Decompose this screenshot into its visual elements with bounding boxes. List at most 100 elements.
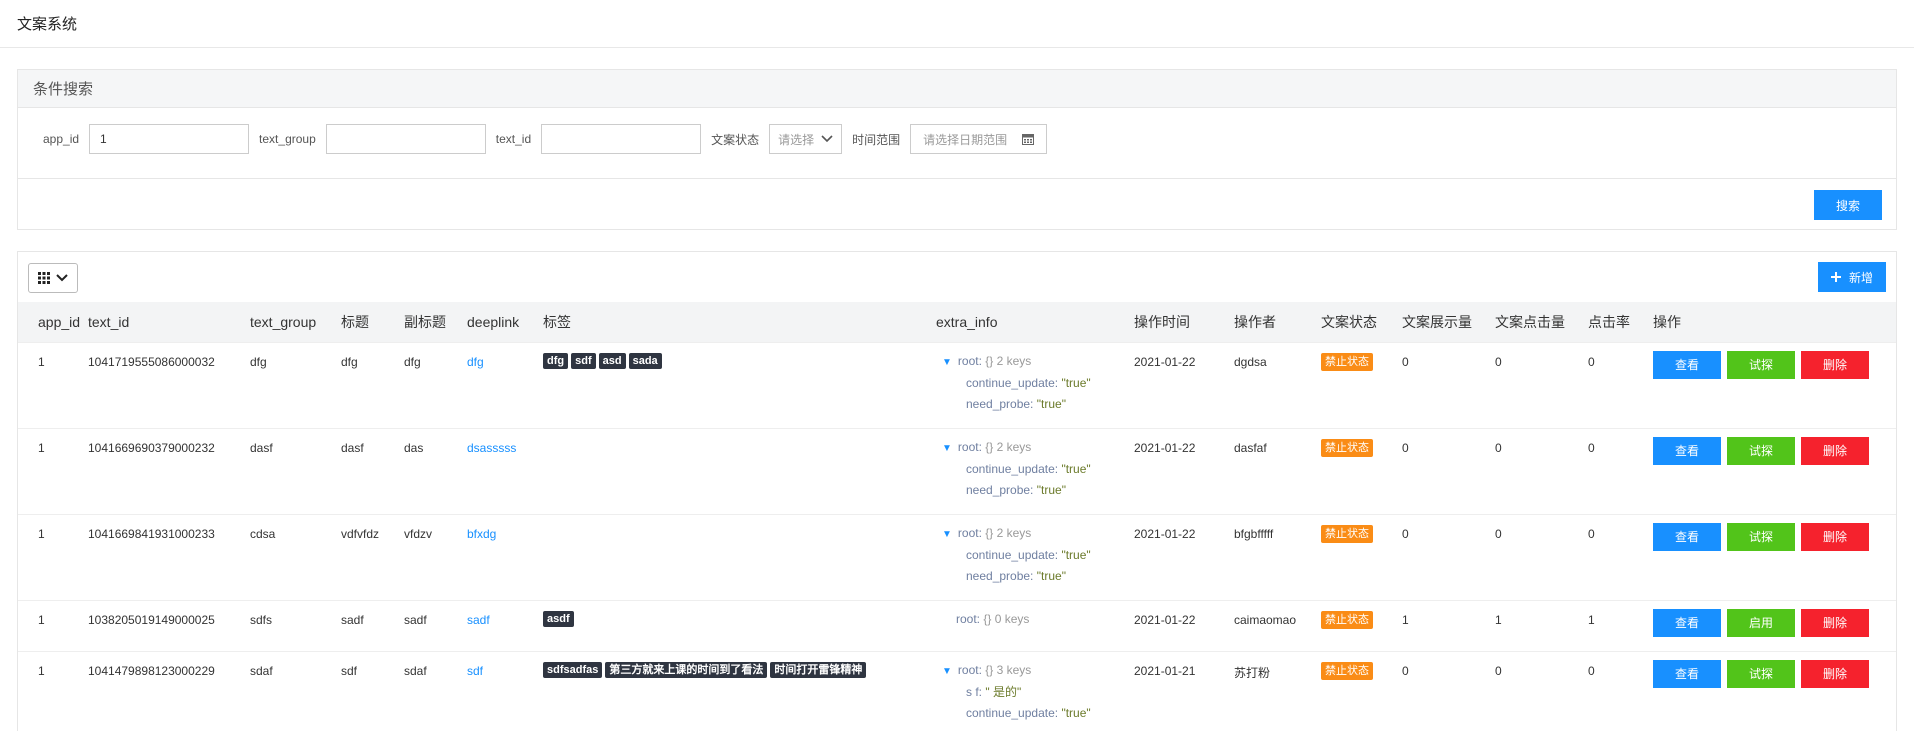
- column-toggle-button[interactable]: [28, 263, 78, 293]
- deeplink-link[interactable]: sdf: [467, 664, 483, 678]
- deeplink-link[interactable]: sadf: [467, 613, 490, 627]
- delete-button[interactable]: 删除: [1801, 608, 1869, 637]
- subtitle: sadf: [404, 612, 427, 627]
- views-cell: 1: [1394, 599, 1487, 651]
- col-actions: 操作: [1653, 313, 1681, 330]
- col-app-id: app_id: [38, 313, 81, 330]
- views-cell: 0: [1394, 341, 1487, 428]
- operator-cell: 苏打粉: [1226, 650, 1313, 731]
- clicks: 0: [1495, 354, 1502, 369]
- clicks: 0: [1495, 440, 1502, 455]
- date-range-placeholder: 请选择日期范围: [923, 132, 1008, 147]
- enable-button[interactable]: 启用: [1727, 608, 1795, 637]
- json-value: "true": [1036, 396, 1066, 411]
- json-entry: need_probe: "true": [942, 566, 1126, 587]
- search-panel-title: 条件搜索: [18, 70, 1896, 108]
- title-cell: dasf: [333, 427, 396, 514]
- operator-cell: bfgbfffff: [1226, 513, 1313, 600]
- views: 1: [1402, 612, 1409, 627]
- probe-button[interactable]: 试探: [1727, 659, 1795, 688]
- json-entry: s f: " 是的": [942, 682, 1126, 703]
- ctr-cell: 0: [1580, 513, 1645, 600]
- json-root-key: root:: [957, 662, 982, 677]
- view-button[interactable]: 查看: [1653, 659, 1721, 688]
- tags-cell: asdf: [535, 599, 928, 651]
- text-group: dasf: [250, 440, 273, 455]
- delete-button[interactable]: 删除: [1801, 659, 1869, 688]
- deeplink-link[interactable]: dsasssss: [467, 441, 516, 455]
- expand-triangle-icon[interactable]: ▼: [942, 357, 952, 368]
- text-id-input[interactable]: [541, 124, 702, 154]
- app-id-cell: 1: [18, 599, 80, 651]
- deeplink-link[interactable]: bfxdg: [467, 527, 496, 541]
- app-id-cell: 1: [18, 513, 80, 600]
- delete-button[interactable]: 删除: [1801, 436, 1869, 465]
- table-header: app_id text_id text_group 标题 副标题 deeplin…: [18, 302, 1896, 342]
- text-id-cell: 1041669690379000232: [80, 427, 242, 514]
- col-extra-info: extra_info: [936, 313, 998, 330]
- json-root-key: root:: [956, 611, 981, 626]
- actions-cell: 查看 试探 删除: [1645, 513, 1896, 600]
- title: dasf: [341, 440, 364, 455]
- text-group: dfg: [250, 354, 267, 369]
- clicks-cell: 0: [1487, 513, 1580, 600]
- table-row: 1 1041479898123000229 sdaf sdf sdaf sdf sdfsad…: [18, 650, 1896, 731]
- op-time-cell: 2021-01-22: [1126, 599, 1226, 651]
- table-toolbar: 新增: [18, 252, 1896, 302]
- probe-button[interactable]: 试探: [1727, 436, 1795, 465]
- view-button[interactable]: 查看: [1653, 608, 1721, 637]
- date-range-picker[interactable]: 请选择日期范围: [910, 124, 1048, 154]
- expand-triangle-icon[interactable]: ▼: [942, 443, 952, 454]
- divider: [18, 178, 1896, 179]
- delete-button[interactable]: 删除: [1801, 350, 1869, 379]
- deeplink-link[interactable]: dfg: [467, 355, 484, 369]
- subtitle: das: [404, 440, 424, 455]
- ctr-cell: 0: [1580, 650, 1645, 731]
- status-badge: 禁止状态: [1321, 610, 1373, 629]
- text-id-cell: 1041719555086000032: [80, 341, 242, 428]
- col-ctr: 点击率: [1588, 313, 1630, 330]
- title-cell: dfg: [333, 341, 396, 428]
- view-button[interactable]: 查看: [1653, 350, 1721, 379]
- op-time-cell: 2021-01-22: [1126, 513, 1226, 600]
- subtitle-cell: dfg: [396, 341, 459, 428]
- col-text-group: text_group: [250, 313, 317, 330]
- delete-button[interactable]: 删除: [1801, 522, 1869, 551]
- text-group-cell: sdfs: [242, 599, 333, 651]
- json-root-key: root:: [957, 353, 982, 368]
- subtitle: dfg: [404, 354, 421, 369]
- add-button[interactable]: 新增: [1818, 262, 1886, 292]
- view-button[interactable]: 查看: [1653, 436, 1721, 465]
- probe-button[interactable]: 试探: [1727, 522, 1795, 551]
- app-id-input[interactable]: 1: [89, 124, 250, 154]
- status-select[interactable]: 请选择: [769, 124, 843, 154]
- status-cell: 禁止状态: [1313, 341, 1394, 428]
- json-viewer: root: {} 0 keys: [942, 609, 1126, 630]
- view-button[interactable]: 查看: [1653, 522, 1721, 551]
- subtitle-cell: das: [396, 427, 459, 514]
- text-group-cell: sdaf: [242, 650, 333, 731]
- plus-icon: [1830, 272, 1841, 282]
- clicks-cell: 0: [1487, 650, 1580, 731]
- status-cell: 禁止状态: [1313, 650, 1394, 731]
- expand-triangle-icon[interactable]: ▼: [942, 666, 952, 677]
- text-group-cell: dasf: [242, 427, 333, 514]
- col-views: 文案展示量: [1402, 313, 1472, 330]
- op-time: 2021-01-22: [1134, 440, 1196, 455]
- json-value: "true": [1061, 547, 1091, 562]
- status-cell: 禁止状态: [1313, 599, 1394, 651]
- tag-badge: dfg: [543, 352, 569, 369]
- op-time: 2021-01-21: [1134, 663, 1196, 678]
- app-id-cell: 1: [18, 427, 80, 514]
- expand-triangle-icon[interactable]: ▼: [942, 529, 952, 540]
- tag-badge: 第三方就来上课的时间到了看法: [605, 661, 768, 678]
- op-time-cell: 2021-01-22: [1126, 427, 1226, 514]
- op-time: 2021-01-22: [1134, 526, 1196, 541]
- text-group-input[interactable]: [325, 124, 486, 154]
- app-id: 1: [38, 612, 45, 627]
- operator: 苏打粉: [1234, 665, 1271, 680]
- probe-button[interactable]: 试探: [1727, 350, 1795, 379]
- tags-cell: dfg sdf asd sada: [535, 341, 928, 428]
- json-value: "true": [1061, 705, 1091, 720]
- search-button[interactable]: 搜索: [1814, 190, 1882, 220]
